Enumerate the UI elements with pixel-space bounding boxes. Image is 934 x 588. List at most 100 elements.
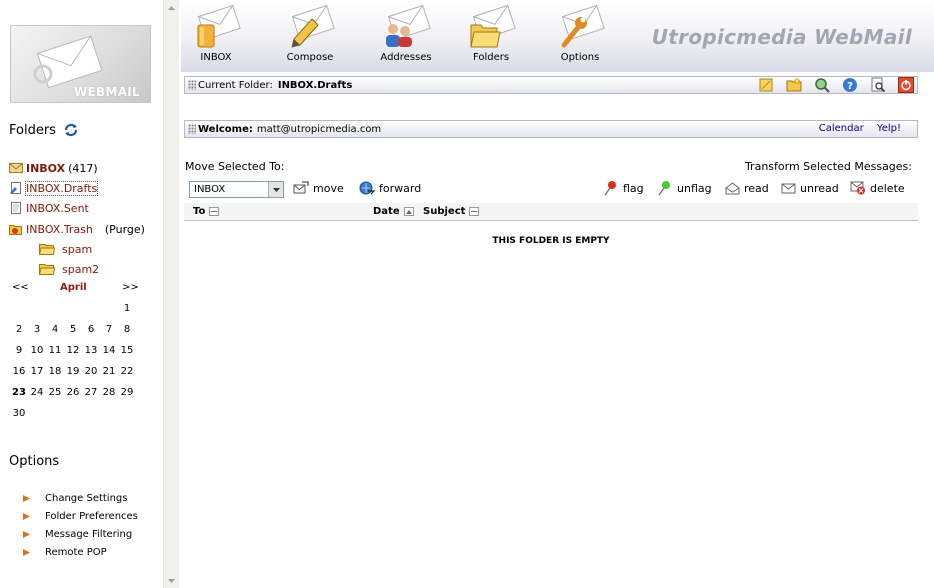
calendar-day[interactable]: 5 — [64, 324, 82, 335]
arrow-right-icon — [23, 530, 30, 538]
option-label: Message Filtering — [45, 528, 133, 540]
calendar-day[interactable]: 14 — [100, 345, 118, 356]
print-preview-icon[interactable] — [870, 77, 886, 93]
calendar-day[interactable]: 22 — [118, 366, 136, 377]
column-to[interactable]: To — [193, 206, 220, 217]
trash-folder-icon — [9, 225, 22, 235]
calendar-day[interactable]: 28 — [100, 387, 118, 398]
calendar-day[interactable]: 11 — [46, 345, 64, 356]
calendar-day[interactable]: 1 — [118, 303, 136, 314]
mark-unread-button[interactable]: unread — [781, 180, 839, 196]
folder-spam2-link[interactable]: spam2 — [62, 263, 99, 276]
nav-folders-label: Folders — [472, 52, 510, 63]
nav-options-button[interactable]: Options — [545, 5, 615, 69]
forward-button[interactable]: forward — [359, 180, 421, 196]
calendar-day[interactable]: 15 — [118, 345, 136, 356]
logout-icon[interactable] — [898, 77, 914, 93]
calendar-prev-month[interactable]: << — [12, 282, 29, 293]
nav-addresses-button[interactable]: Addresses — [371, 5, 441, 69]
nav-inbox-button[interactable]: INBOX — [181, 5, 251, 69]
calendar-day[interactable]: 12 — [64, 345, 82, 356]
calendar-day[interactable]: 3 — [28, 324, 46, 335]
folder-inbox[interactable]: INBOX (417) — [9, 160, 98, 176]
nav-compose-button[interactable]: Compose — [275, 5, 345, 69]
calendar-day[interactable]: 23 — [10, 387, 28, 398]
calendar-day[interactable]: 20 — [82, 366, 100, 377]
unflag-label: unflag — [677, 181, 712, 195]
calendar-week: 16 17 18 19 20 21 22 — [10, 361, 142, 382]
folder-spam-link[interactable]: spam — [62, 243, 92, 256]
calendar-day[interactable]: 4 — [46, 324, 64, 335]
search-icon[interactable] — [814, 77, 830, 93]
calendar-day[interactable]: 9 — [10, 345, 28, 356]
calendar-month[interactable]: April — [60, 282, 87, 293]
dropdown-button[interactable] — [268, 182, 283, 197]
move-button[interactable]: move — [293, 180, 344, 196]
move-label: move — [313, 181, 344, 195]
folder-spam2[interactable]: spam2 — [39, 261, 99, 277]
current-folder-label: Current Folder: — [198, 79, 273, 91]
sort-toggle-icon[interactable] — [209, 207, 220, 216]
folder-drafts[interactable]: INBOX.Drafts — [9, 180, 99, 196]
folder-spam[interactable]: spam — [39, 241, 92, 257]
help-link[interactable]: Yelp! — [877, 123, 901, 134]
forward-label: forward — [379, 181, 422, 195]
calendar-day[interactable]: 24 — [28, 387, 46, 398]
folder-sent[interactable]: INBOX.Sent — [9, 200, 89, 216]
nav-inbox-label: INBOX — [200, 52, 232, 63]
new-folder-icon[interactable] — [786, 77, 802, 93]
calendar-day[interactable]: 19 — [64, 366, 82, 377]
calendar-day[interactable]: 7 — [100, 324, 118, 335]
calendar-day[interactable]: 2 — [10, 324, 28, 335]
message-table-header: To Date Subject — [184, 203, 918, 221]
current-folder-value: INBOX.Drafts — [277, 79, 353, 91]
calendar-link[interactable]: Calendar — [819, 123, 864, 134]
notes-icon[interactable] — [758, 77, 774, 93]
calendar-day[interactable]: 8 — [118, 324, 136, 335]
scroll-down-button[interactable] — [164, 573, 179, 588]
calendar-day[interactable]: 21 — [100, 366, 118, 377]
scroll-track[interactable] — [164, 16, 179, 572]
folder-trash[interactable]: INBOX.Trash (Purge) — [9, 221, 145, 237]
welcome-email: matt@utropicmedia.com — [256, 123, 382, 135]
refresh-icon[interactable] — [63, 122, 79, 138]
flag-button[interactable]: flag — [603, 180, 644, 196]
column-subject[interactable]: Subject — [423, 206, 480, 217]
unflag-button[interactable]: unflag — [657, 180, 712, 196]
purge-trash-link[interactable]: (Purge) — [105, 223, 145, 236]
main-panel: INBOX Compose Addresses Folders Options … — [181, 0, 934, 588]
move-folder-select[interactable]: INBOX — [189, 181, 284, 198]
calendar-day[interactable]: 25 — [46, 387, 64, 398]
calendar-day[interactable]: 16 — [10, 366, 28, 377]
mark-read-button[interactable]: read — [725, 180, 769, 196]
calendar-day[interactable]: 27 — [82, 387, 100, 398]
options-heading: Options — [9, 454, 60, 469]
folder-sent-link[interactable]: INBOX.Sent — [26, 202, 89, 215]
nav-folders-button[interactable]: Folders — [456, 5, 526, 69]
folder-drafts-link[interactable]: INBOX.Drafts — [24, 180, 99, 196]
calendar-day[interactable]: 29 — [118, 387, 136, 398]
folder-trash-link[interactable]: INBOX.Trash — [26, 223, 93, 236]
scroll-up-button[interactable] — [164, 0, 179, 15]
option-remote-pop[interactable]: Remote POP — [22, 544, 107, 560]
column-date-label: Date — [373, 206, 400, 217]
calendar-day[interactable]: 13 — [82, 345, 100, 356]
calendar-next-month[interactable]: >> — [122, 282, 139, 293]
column-date[interactable]: Date — [373, 206, 414, 217]
calendar-day[interactable]: 6 — [82, 324, 100, 335]
calendar-day[interactable]: 26 — [64, 387, 82, 398]
brand-title: Utropicmedia WebMail — [651, 25, 912, 49]
option-message-filtering[interactable]: Message Filtering — [22, 526, 132, 542]
calendar-day[interactable]: 10 — [28, 345, 46, 356]
sort-toggle-icon[interactable] — [469, 207, 480, 216]
calendar-day[interactable]: 30 — [10, 408, 28, 419]
sidebar-scrollbar[interactable] — [163, 0, 179, 588]
option-folder-preferences[interactable]: Folder Preferences — [22, 508, 138, 524]
calendar-day[interactable]: 18 — [46, 366, 64, 377]
sort-ascending-icon[interactable] — [403, 207, 414, 216]
folder-inbox-link[interactable]: INBOX — [26, 162, 65, 175]
calendar-day[interactable]: 17 — [28, 366, 46, 377]
option-change-settings[interactable]: Change Settings — [22, 490, 127, 506]
help-icon[interactable]: ? — [842, 77, 858, 93]
delete-button[interactable]: delete — [850, 180, 905, 196]
